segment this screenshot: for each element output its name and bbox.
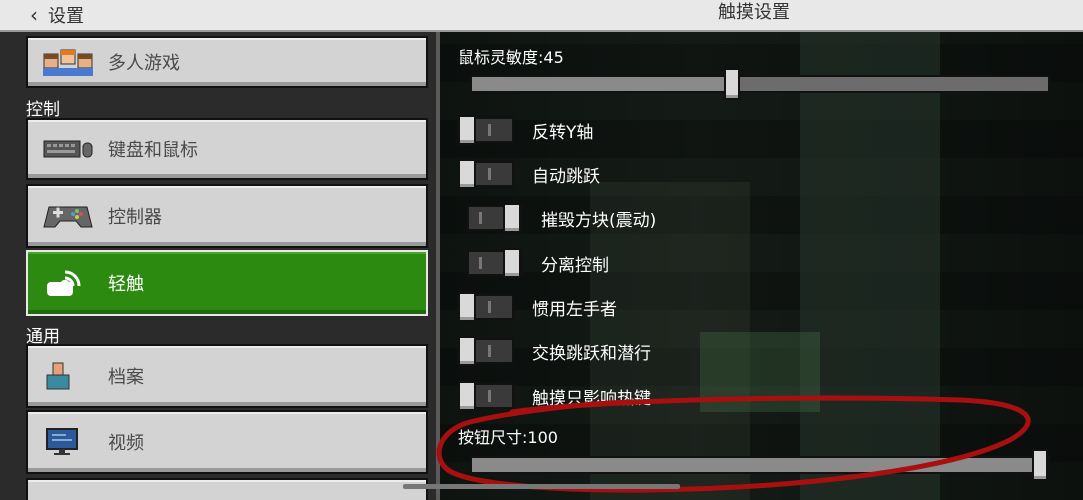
- toggle-mark: [479, 257, 482, 269]
- toggle-knob: [458, 292, 476, 322]
- settings-sidebar: 多人游戏 控制 键盘和鼠标 控制器 轻触 通用 档案 视频: [0, 32, 440, 500]
- toggle-row: 摧毁方块(震动): [467, 202, 656, 234]
- sidebar-item-label: 轻触: [108, 274, 144, 295]
- toggle-knob: [458, 159, 476, 189]
- sidebar-item-label: 档案: [108, 367, 144, 388]
- slider-fill: [472, 77, 724, 91]
- section-heading-control: 控制: [26, 100, 60, 120]
- toggle-mark: [479, 212, 482, 224]
- toggle-row: 惯用左手者: [458, 291, 617, 323]
- toggle-label: 摧毁方块(震动): [541, 210, 657, 231]
- toggle-switch[interactable]: [458, 336, 514, 366]
- sidebar-item-partial[interactable]: [26, 478, 428, 500]
- mouse-sensitivity-label: 鼠标灵敏度:45: [458, 48, 564, 67]
- toggle-mark: [488, 390, 491, 402]
- sidebar-item-label: 视频: [108, 433, 144, 454]
- sidebar-item-label: 键盘和鼠标: [108, 140, 198, 161]
- toggle-label: 惯用左手者: [532, 299, 617, 320]
- sidebar-item-multiplayer[interactable]: 多人游戏: [26, 36, 428, 88]
- sidebar-item-label: 控制器: [108, 207, 162, 228]
- touch-settings-panel: 鼠标灵敏度:45 反转Y轴自动跳跃摧毁方块(震动) 分离控制惯用左手者交换跳跃和潜…: [440, 32, 1083, 500]
- toggle-row: 交换跳跃和潜行: [458, 335, 651, 367]
- toggle-switch[interactable]: [458, 115, 514, 145]
- toggle-switch[interactable]: [467, 203, 523, 233]
- gamepad-icon: [42, 199, 94, 233]
- monitor-icon: [42, 425, 94, 459]
- page-title: 触摸设置: [718, 2, 790, 23]
- toggle-mark: [488, 301, 491, 313]
- toggle-label: 反转Y轴: [532, 122, 594, 143]
- background-scene: [700, 332, 820, 412]
- button-size-label: 按钮尺寸:100: [458, 428, 558, 447]
- toggle-knob: [458, 336, 476, 366]
- profile-icon: [42, 359, 94, 393]
- multiplayer-icon: [42, 45, 94, 79]
- chevron-left-icon: ‹: [30, 3, 38, 27]
- keyboard-mouse-icon: [42, 132, 94, 166]
- background-scene: [800, 32, 940, 500]
- slider-thumb[interactable]: [724, 68, 740, 100]
- toggle-label: 分离控制: [541, 255, 609, 276]
- toggle-switch[interactable]: [458, 159, 514, 189]
- toggle-switch[interactable]: [467, 248, 523, 278]
- mouse-sensitivity-slider[interactable]: [470, 68, 1050, 100]
- toggle-row: 自动跳跃: [458, 158, 600, 190]
- back-label: 设置: [48, 6, 84, 27]
- toggle-switch[interactable]: [458, 381, 514, 411]
- touch-icon: [42, 266, 94, 300]
- top-bar: ‹ 设置 触摸设置: [0, 0, 1083, 32]
- slider-fill: [472, 458, 1032, 472]
- sidebar-item-label: 多人游戏: [108, 53, 180, 74]
- slider-thumb[interactable]: [1032, 449, 1048, 481]
- toggle-knob: [458, 115, 476, 145]
- toggle-row: 分离控制: [467, 247, 609, 279]
- sidebar-item-controller[interactable]: 控制器: [26, 184, 428, 248]
- toggle-label: 自动跳跃: [532, 166, 600, 187]
- back-button[interactable]: ‹ 设置: [30, 0, 84, 30]
- sidebar-item-keyboard-mouse[interactable]: 键盘和鼠标: [26, 118, 428, 180]
- toggle-mark: [488, 124, 491, 136]
- toggle-knob: [503, 248, 521, 278]
- toggle-mark: [488, 168, 491, 180]
- button-size-slider[interactable]: [470, 449, 1050, 481]
- toggle-label: 交换跳跃和潜行: [532, 343, 651, 364]
- toggle-row: 反转Y轴: [458, 114, 593, 146]
- sidebar-item-video[interactable]: 视频: [26, 410, 428, 474]
- horizontal-scrollbar[interactable]: [403, 484, 680, 489]
- sidebar-item-profile[interactable]: 档案: [26, 344, 428, 408]
- toggle-knob: [458, 381, 476, 411]
- toggle-label: 触摸只影响热键: [532, 388, 651, 409]
- sidebar-item-touch[interactable]: 轻触: [26, 250, 428, 316]
- toggle-mark: [488, 345, 491, 357]
- toggle-knob: [503, 203, 521, 233]
- toggle-row: 触摸只影响热键: [458, 380, 651, 412]
- toggle-switch[interactable]: [458, 292, 514, 322]
